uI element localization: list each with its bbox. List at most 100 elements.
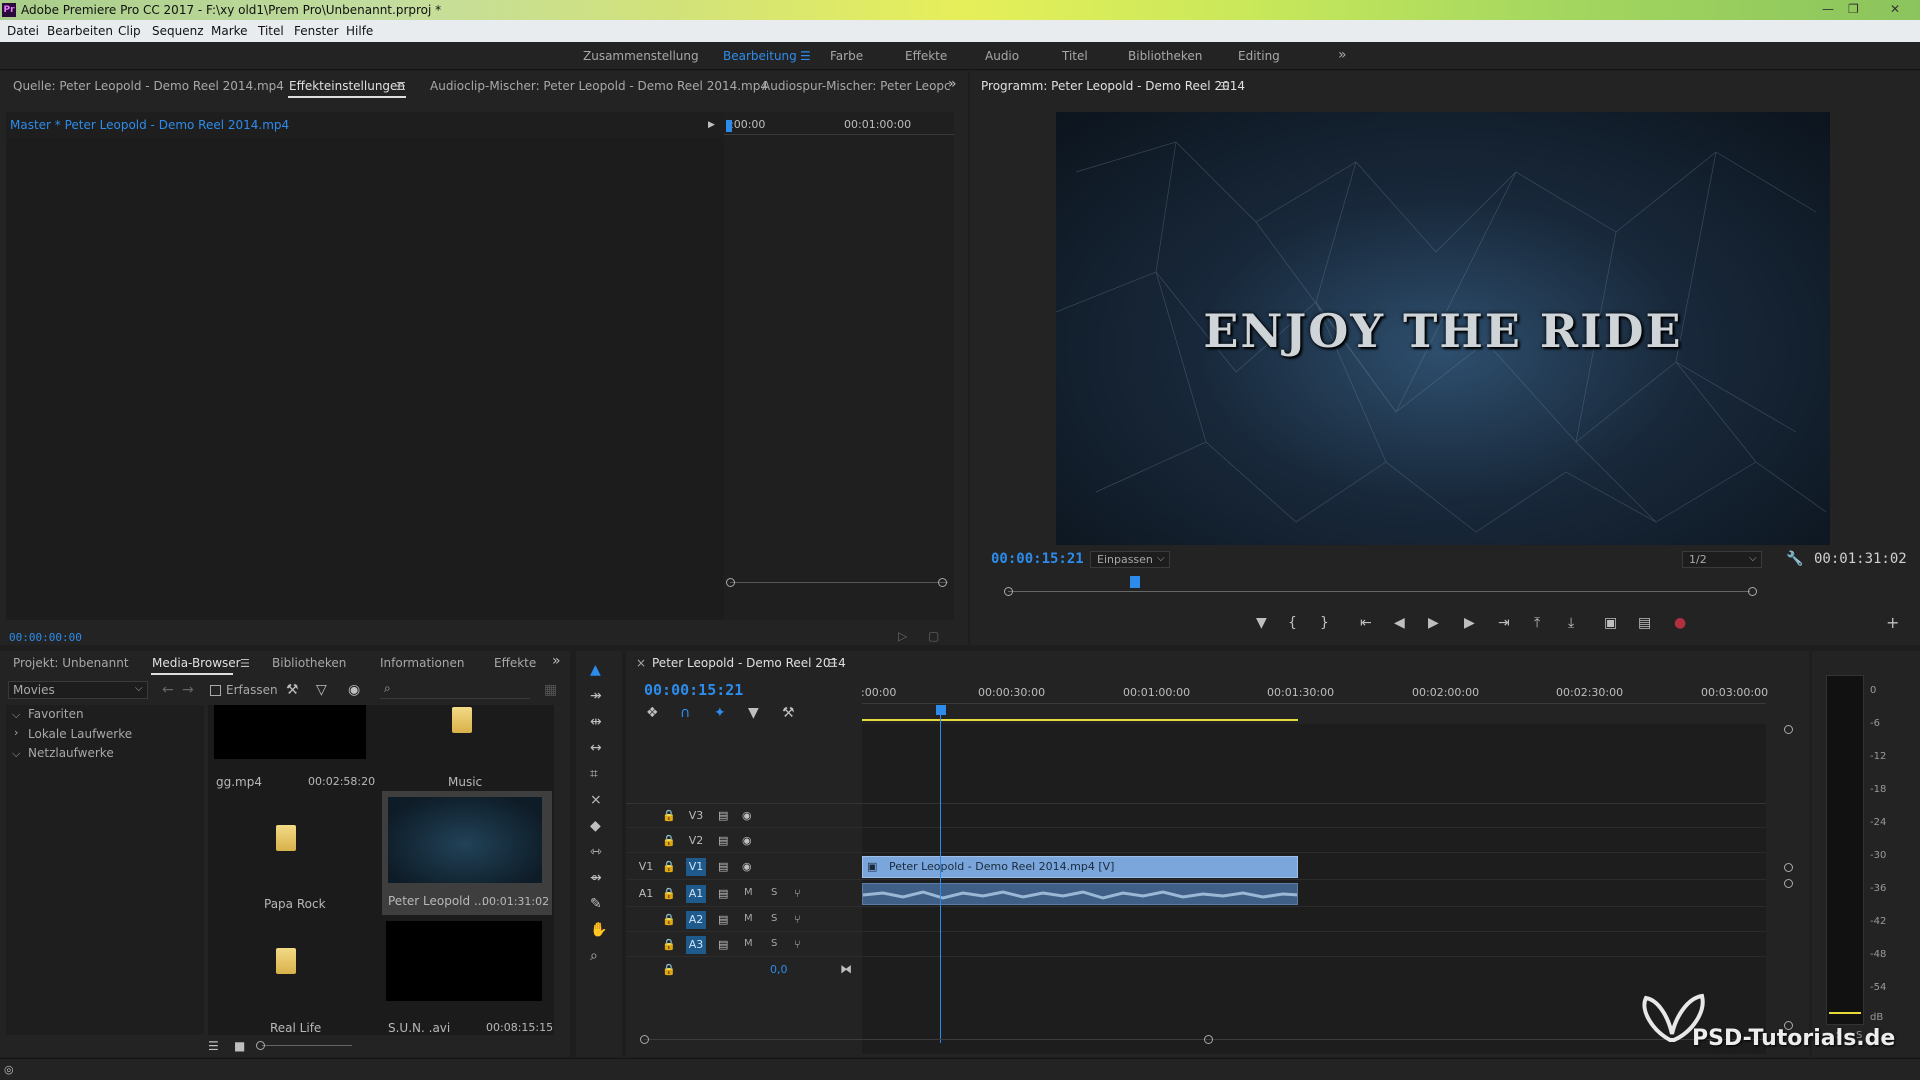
fit-dropdown[interactable]: Einpassen ⌵	[1090, 551, 1170, 568]
mark-out-icon[interactable]: }	[1320, 616, 1329, 630]
tab-audio-clip-mixer[interactable]: Audioclip-Mischer: Peter Leopold - Demo …	[430, 79, 768, 93]
step-forward-icon[interactable]: ▶	[1464, 616, 1475, 630]
workspace-editing[interactable]: Editing	[1238, 49, 1280, 63]
microphone-icon[interactable]: ⑂	[794, 938, 801, 952]
program-playhead[interactable]	[1130, 576, 1140, 588]
scrub-handle-right[interactable]	[1748, 587, 1757, 596]
restore-icon[interactable]: ❐	[1848, 2, 1859, 16]
sync-lock-icon[interactable]: ▤	[718, 913, 728, 927]
solo-button[interactable]: S	[771, 938, 777, 949]
program-timecode[interactable]: 00:00:15:21	[991, 551, 1084, 567]
audio-clip[interactable]	[862, 883, 1298, 905]
folder-icon[interactable]	[276, 948, 296, 974]
go-to-end-icon[interactable]: ⧓	[840, 962, 852, 976]
go-to-in-icon[interactable]: ⇤	[1360, 616, 1372, 630]
pen-tool-icon[interactable]: ✎	[590, 897, 602, 911]
minimize-icon[interactable]: —	[1822, 2, 1834, 16]
ingest-checkbox[interactable]	[210, 685, 221, 696]
play-icon[interactable]: ▶	[1428, 616, 1439, 630]
eye-icon[interactable]: ◉	[742, 860, 752, 874]
icon-view-icon[interactable]: ■	[234, 1039, 245, 1053]
tree-chevron-icon[interactable]: ›	[14, 726, 18, 739]
scrub-handle-left[interactable]	[1004, 587, 1013, 596]
new-folder-icon[interactable]: ▦	[544, 683, 557, 697]
nest-icon[interactable]: ❖	[646, 706, 659, 720]
mute-button[interactable]: M	[744, 887, 753, 898]
workspace-bibliotheken[interactable]: Bibliotheken	[1128, 49, 1202, 63]
slip-tool-icon[interactable]: ⇿	[590, 845, 602, 859]
track-label-a2[interactable]: A2	[686, 911, 706, 929]
microphone-icon[interactable]: ⑂	[794, 887, 801, 901]
eye-icon[interactable]: ◉	[742, 834, 752, 848]
slide-tool-icon[interactable]: ⇴	[590, 871, 602, 885]
folder-icon[interactable]	[276, 825, 296, 851]
lock-icon[interactable]: 🔒	[662, 913, 676, 927]
effect-timecode[interactable]: 00:00:00:00	[9, 631, 82, 644]
location-dropdown[interactable]: Movies ⌵	[8, 681, 148, 699]
workspace-overflow-icon[interactable]: »	[1338, 47, 1347, 63]
tree-chevron-icon[interactable]: ⌵	[12, 708, 20, 722]
solo-button[interactable]: S	[771, 913, 777, 924]
comparison-view-icon[interactable]: ▤	[1638, 616, 1651, 630]
linked-selection-icon[interactable]: ✦	[714, 706, 726, 720]
status-icon[interactable]: ◎	[4, 1063, 14, 1077]
forward-arrow-icon[interactable]: →	[182, 683, 194, 697]
tab-libraries[interactable]: Bibliotheken	[272, 656, 346, 670]
eye-icon[interactable]: ◉	[742, 809, 752, 823]
zoom-handle-right[interactable]	[938, 578, 947, 587]
menu-datei[interactable]: Datei	[7, 24, 39, 38]
menu-bearbeiten[interactable]: Bearbeiten	[47, 24, 113, 38]
vertical-scroll-handle-mid[interactable]	[1784, 863, 1793, 872]
panel-menu-icon[interactable]: ☰	[396, 80, 406, 94]
menu-titel[interactable]: Titel	[258, 24, 284, 38]
zoom-slider-handle[interactable]	[256, 1041, 265, 1050]
tab-source[interactable]: Quelle: Peter Leopold - Demo Reel 2014.m…	[13, 79, 284, 93]
rate-tool-icon[interactable]: ⨯	[590, 793, 602, 807]
solo-button[interactable]: S	[771, 887, 777, 898]
track-label-a1[interactable]: A1	[686, 885, 706, 903]
timeline-timecode[interactable]: 00:00:15:21	[644, 681, 743, 699]
workspace-effekte[interactable]: Effekte	[905, 49, 947, 63]
workspace-bearbeitung[interactable]: Bearbeitung	[723, 49, 797, 63]
search-input[interactable]: ⌕	[380, 681, 530, 699]
resolution-dropdown[interactable]: 1/2 ⌵	[1682, 551, 1762, 568]
menu-clip[interactable]: Clip	[118, 24, 141, 38]
tree-item-favorites[interactable]: Favoriten	[28, 707, 84, 721]
wrench-icon[interactable]: ⚒	[286, 683, 299, 697]
export-frame-icon[interactable]: ▷	[898, 629, 907, 643]
sync-lock-icon[interactable]: ▤	[718, 809, 728, 823]
menu-fenster[interactable]: Fenster	[294, 24, 339, 38]
folder-icon[interactable]	[452, 707, 472, 733]
selection-tool-icon[interactable]: ▲	[590, 663, 601, 677]
program-video-frame[interactable]: ENJOY THE RIDE	[1056, 112, 1830, 545]
lock-icon[interactable]: 🔒	[662, 809, 676, 823]
vertical-scroll-handle-lower[interactable]	[1784, 879, 1793, 888]
selected-item-card[interactable]: Peter Leopold ... 00:01:31:02	[382, 791, 552, 915]
close-tab-icon[interactable]: ×	[636, 656, 646, 670]
ripple-edit-tool-icon[interactable]: ⇹	[590, 715, 602, 729]
play-triangle-icon[interactable]: ▶	[708, 118, 715, 132]
timeline-panel-menu-icon[interactable]: ☰	[828, 657, 838, 671]
microphone-icon[interactable]: ⑂	[794, 913, 801, 927]
track-select-tool-icon[interactable]: ↠	[590, 689, 602, 703]
tab-effects[interactable]: Effekte	[494, 656, 536, 670]
tree-item-local-drives[interactable]: Lokale Laufwerke	[28, 727, 132, 741]
mark-in-icon[interactable]: {	[1288, 616, 1297, 630]
sync-lock-icon[interactable]: ▤	[718, 860, 728, 874]
workspace-farbe[interactable]: Farbe	[830, 49, 863, 63]
panel-menu-icon[interactable]: ☰	[240, 657, 250, 671]
track-label-v3[interactable]: V3	[686, 807, 706, 825]
lock-icon[interactable]: 🔒	[662, 938, 676, 952]
mute-button[interactable]: M	[744, 938, 753, 949]
thumbnail-gg[interactable]	[214, 705, 366, 759]
snap-magnet-icon[interactable]: ∩	[680, 706, 690, 720]
camera-icon[interactable]: ▣	[1604, 616, 1617, 630]
wrench-icon[interactable]: 🔧	[1786, 552, 1803, 566]
timeline-settings-wrench-icon[interactable]: ⚒	[782, 706, 795, 720]
tab-info[interactable]: Informationen	[380, 656, 464, 670]
vertical-scroll-handle-top[interactable]	[1784, 725, 1793, 734]
master-clip-label[interactable]: Master * Peter Leopold - Demo Reel 2014.…	[10, 118, 289, 132]
panel-overflow-icon[interactable]: »	[948, 77, 957, 91]
track-label-v2[interactable]: V2	[686, 832, 706, 850]
lock-icon[interactable]: 🔒	[662, 963, 676, 977]
